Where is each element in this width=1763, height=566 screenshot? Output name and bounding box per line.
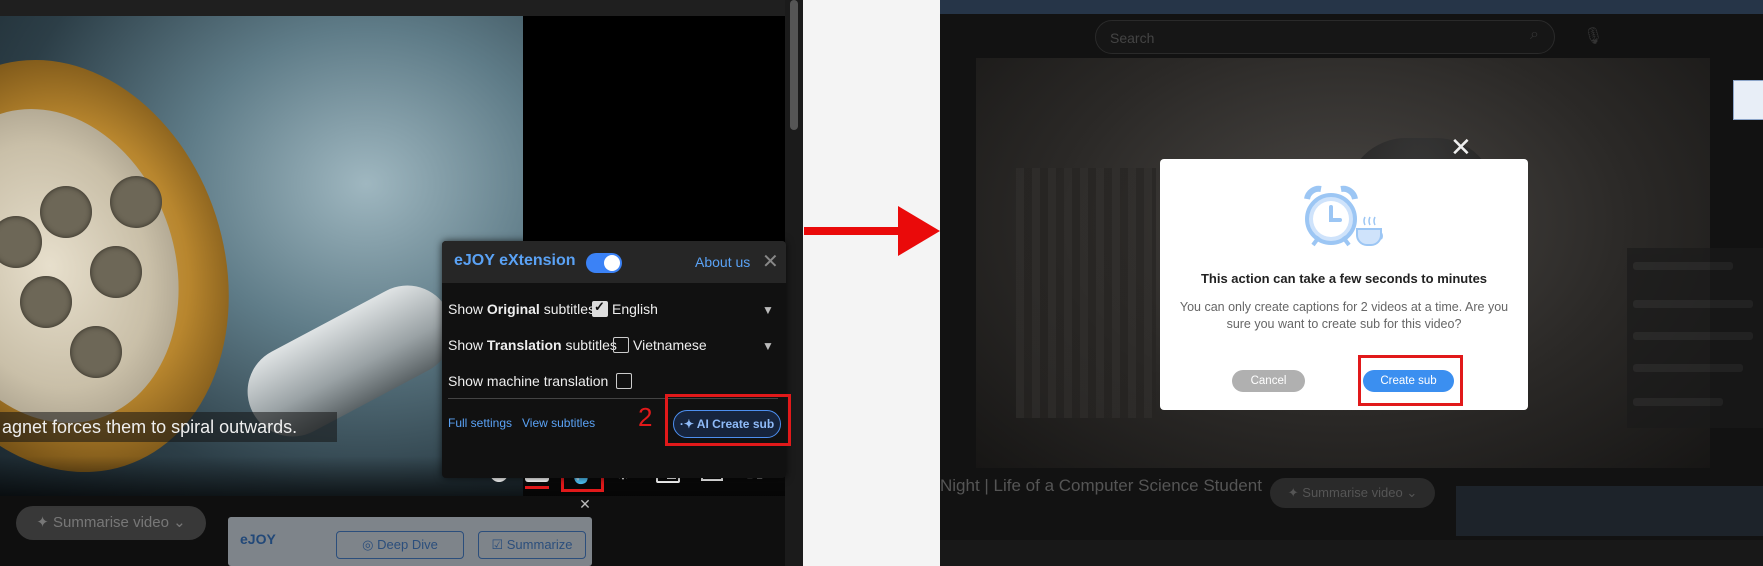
ejoy-popup-dimmed [1627,248,1763,428]
rotor-hole [70,326,122,378]
extension-toggle[interactable] [586,253,622,273]
cc-active-bar [525,486,549,489]
original-subtitles-checkbox[interactable] [592,299,608,317]
arrow-right-icon [898,206,940,256]
summarise-label: Summarise video [53,514,169,531]
view-subtitles-link[interactable]: View subtitles [522,416,595,430]
ad-card-dimmed [1456,486,1763,536]
top-bar [940,0,1763,14]
highlight-create-sub [1358,355,1463,406]
search-input[interactable]: Search [1095,20,1555,54]
search-icon[interactable]: ⌕ [1530,26,1539,44]
sparkle-icon: ✦ [36,514,54,531]
full-settings-link[interactable]: Full settings [448,416,512,430]
translation-subtitles-checkbox[interactable] [613,337,629,353]
deep-dive-button[interactable]: ◎ Deep Dive [336,531,464,559]
ad-brand: eJOY [240,531,276,547]
chevron-down-icon[interactable]: ▼ [762,339,774,353]
video-subtitle: agnet forces them to spiral outwards. [0,412,337,442]
rotor-hole [20,276,72,328]
popup-title: eJOY eXtension [454,252,576,269]
close-icon[interactable]: ✕ [762,249,779,274]
about-us-link[interactable]: About us [695,254,750,270]
scrollbar-thumb[interactable] [790,0,798,130]
cancel-button[interactable]: Cancel [1232,370,1305,392]
chevron-down-icon[interactable]: ▼ [762,303,774,317]
dialog-title: This action can take a few seconds to mi… [1200,271,1488,286]
left-screenshot: agnet forces them to spiral outwards. ▶ … [0,0,803,566]
extension-badge[interactable] [1733,80,1763,120]
machine-translation-label: Show machine translation [448,373,609,389]
machine-translation-checkbox[interactable] [616,373,632,389]
summarize-button[interactable]: ☑ Summarize [478,531,586,559]
video-title: Night | Life of a Computer Science Stude… [940,476,1262,495]
translation-subtitles-label: Show Translation subtitles [448,337,617,353]
dialog-body: You can only create captions for 2 video… [1179,300,1509,331]
background-shelf [1016,168,1156,418]
chevron-down-icon: ⌄ [168,514,186,531]
summarise-video-button[interactable]: ✦ Summarise video ⌄ [16,506,206,540]
original-subtitles-label: Show Original subtitles [448,301,596,317]
microphone-icon[interactable]: 🎙 [1583,26,1603,46]
right-screenshot: Search ⌕ 🎙 Night | Life of a Computer Sc… [940,0,1763,566]
rotor-hole [40,186,92,238]
original-language-select[interactable]: English [612,301,658,317]
rotor-hole [90,246,142,298]
confirm-dialog: This action can take a few seconds to mi… [1160,159,1528,410]
bottom-bar [940,540,1763,566]
arrow-shaft [804,227,900,235]
highlight-ai-create-sub [665,394,791,446]
rotor-hole [110,176,162,228]
alarm-clock-icon [1304,185,1383,247]
ad-card: eJOY ◎ Deep Dive ☑ Summarize [228,517,592,566]
step-2-label: 2 [638,402,653,432]
ad-close-icon[interactable]: ✕ [578,497,592,511]
summarise-video-button[interactable]: ✦ Summarise video ⌄ [1270,478,1435,508]
top-bar [0,0,803,16]
translation-language-select[interactable]: Vietnamese [633,337,707,353]
side-panel-black [523,16,785,246]
